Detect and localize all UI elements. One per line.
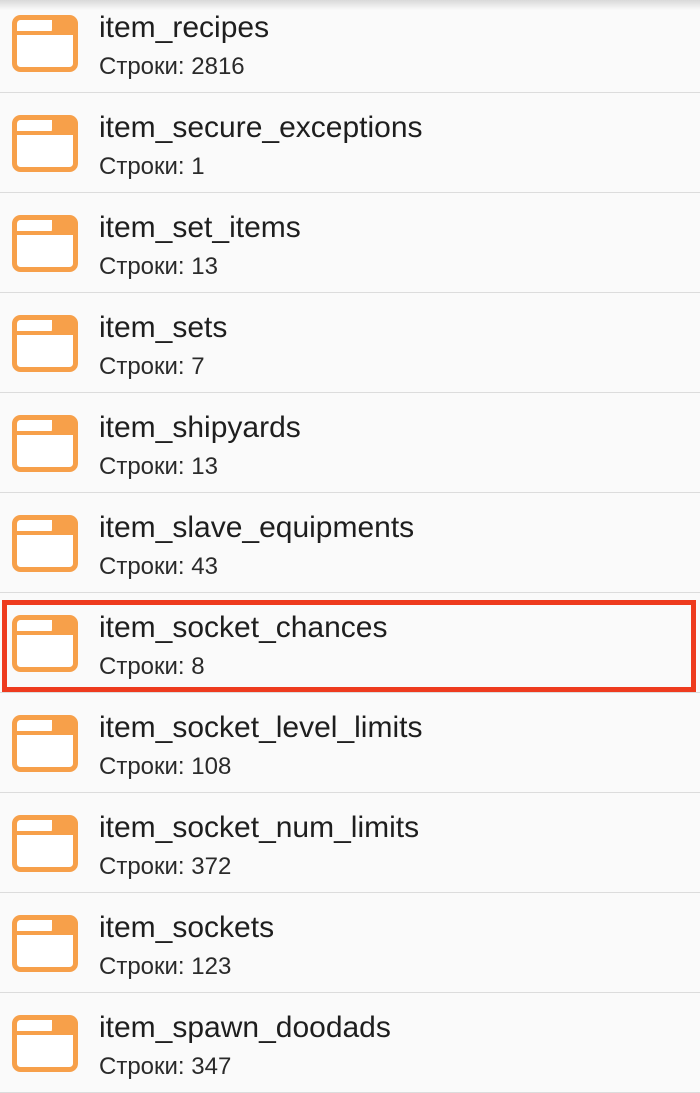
item-row-count: Строки: 347 bbox=[99, 1053, 232, 1080]
list-item[interactable]: item_set_items Строки: 13 bbox=[0, 193, 700, 293]
item-name: item_socket_num_limits bbox=[99, 811, 420, 844]
item-row-count: Строки: 2816 bbox=[99, 53, 245, 80]
item-row-count: Строки: 123 bbox=[99, 953, 232, 980]
list-item[interactable]: item_socket_num_limits Строки: 372 bbox=[0, 793, 700, 893]
folder-icon bbox=[12, 115, 78, 172]
list-item[interactable]: item_secure_exceptions Строки: 1 bbox=[0, 93, 700, 193]
item-row-count: Строки: 372 bbox=[99, 853, 232, 880]
list-item-highlighted[interactable]: item_socket_chances Строки: 8 bbox=[0, 593, 700, 693]
item-row-count: Строки: 13 bbox=[99, 253, 218, 280]
folder-icon bbox=[12, 215, 78, 272]
folder-icon bbox=[12, 615, 78, 672]
list-item[interactable]: item_recipes Строки: 2816 bbox=[0, 0, 700, 93]
item-name: item_spawn_doodads bbox=[99, 1011, 391, 1044]
item-name: item_sets bbox=[99, 311, 228, 344]
item-row-count: Строки: 8 bbox=[99, 653, 205, 680]
item-row-count: Строки: 13 bbox=[99, 453, 218, 480]
folder-icon bbox=[12, 715, 78, 772]
folder-icon bbox=[12, 15, 78, 72]
list-item[interactable]: item_sockets Строки: 123 bbox=[0, 893, 700, 993]
folder-icon bbox=[12, 315, 78, 372]
item-name: item_set_items bbox=[99, 211, 301, 244]
folder-icon bbox=[12, 915, 78, 972]
list-item[interactable]: item_shipyards Строки: 13 bbox=[0, 393, 700, 493]
item-name: item_secure_exceptions bbox=[99, 111, 423, 144]
item-row-count: Строки: 7 bbox=[99, 353, 205, 380]
item-name: item_shipyards bbox=[99, 411, 301, 444]
list-item[interactable]: item_socket_level_limits Строки: 108 bbox=[0, 693, 700, 793]
list-item[interactable]: item_spawn_doodads Строки: 347 bbox=[0, 993, 700, 1093]
folder-icon bbox=[12, 815, 78, 872]
item-row-count: Строки: 43 bbox=[99, 553, 218, 580]
item-name: item_recipes bbox=[99, 11, 270, 44]
list-item[interactable]: item_sets Строки: 7 bbox=[0, 293, 700, 393]
folder-icon bbox=[12, 515, 78, 572]
list-item[interactable]: item_slave_equipments Строки: 43 bbox=[0, 493, 700, 593]
item-name: item_socket_level_limits bbox=[99, 711, 423, 744]
item-name: item_slave_equipments bbox=[99, 511, 415, 544]
table-list: item_recipes Строки: 2816 item_secure_ex… bbox=[0, 0, 700, 1093]
item-name: item_sockets bbox=[99, 911, 275, 944]
item-row-count: Строки: 108 bbox=[99, 753, 232, 780]
item-row-count: Строки: 1 bbox=[99, 153, 205, 180]
folder-icon bbox=[12, 415, 78, 472]
item-name: item_socket_chances bbox=[99, 611, 388, 644]
folder-icon bbox=[12, 1015, 78, 1072]
